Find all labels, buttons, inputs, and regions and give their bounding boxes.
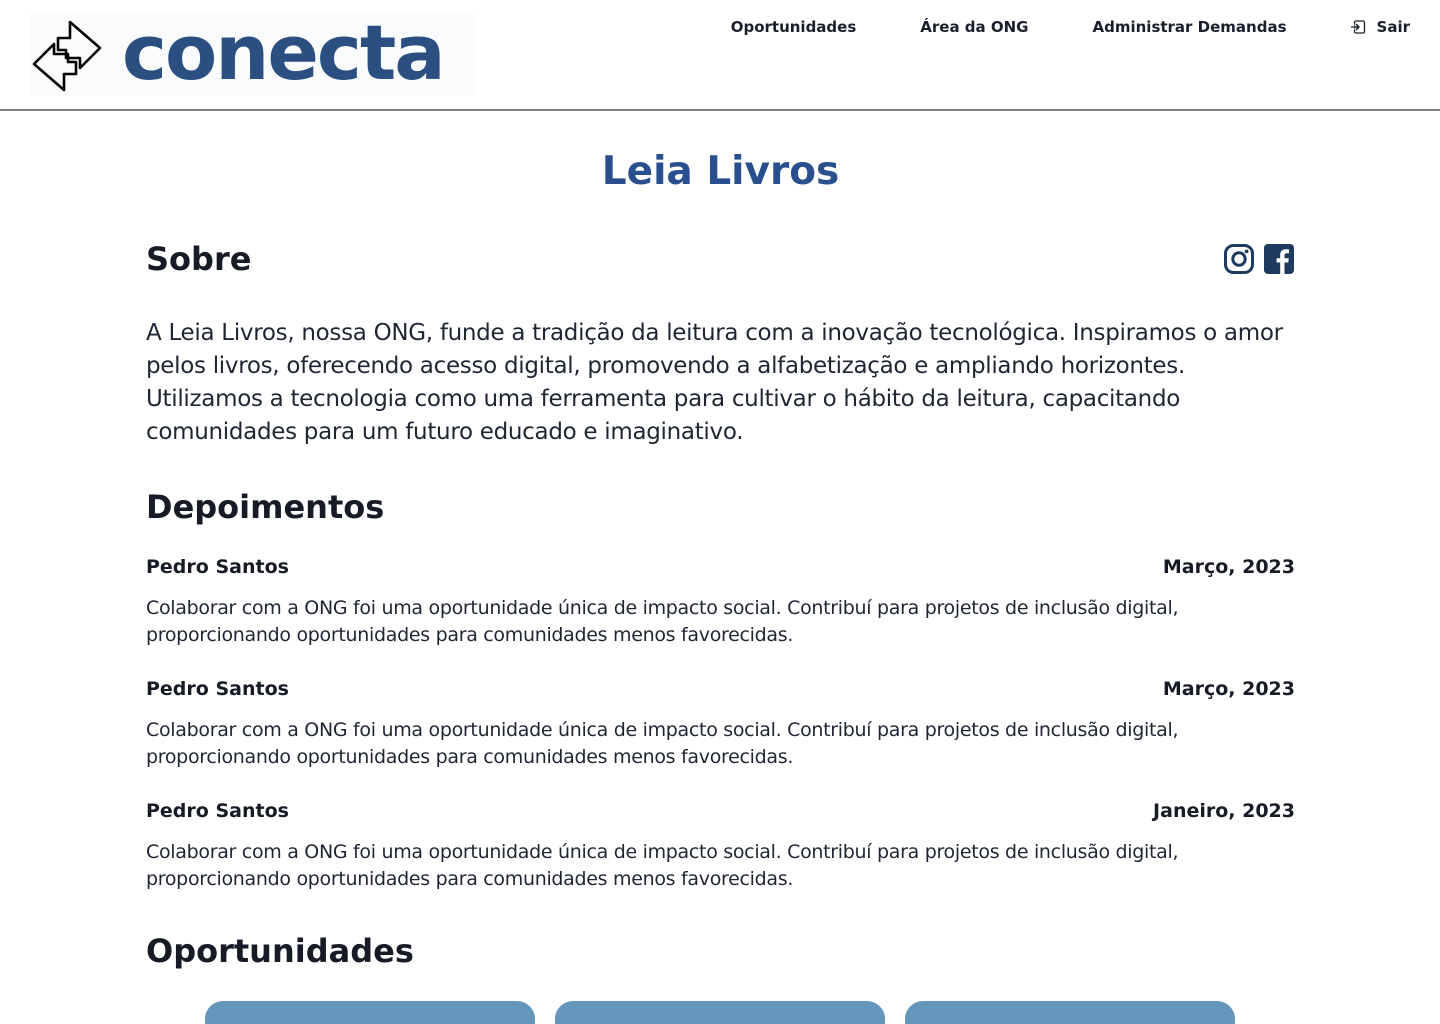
testimonial-date: Março, 2023: [1162, 678, 1295, 700]
opportunity-card[interactable]: [205, 1001, 535, 1024]
page-title: Leia Livros: [601, 149, 840, 194]
conecta-logo[interactable]: conecta: [30, 8, 476, 97]
ong-profile: Leia Livros Sobre A Leia Livros, nossa O…: [146, 111, 1295, 971]
opportunity-card[interactable]: [555, 1001, 885, 1024]
testimonial-author: Pedro Santos: [146, 800, 289, 822]
facebook-icon[interactable]: [1263, 243, 1295, 275]
exchange-arrows-icon: [32, 20, 102, 92]
top-header: conecta Oportunidades Área da ONG Admini…: [0, 0, 1440, 111]
testimonials-heading: Depoimentos: [146, 488, 385, 526]
testimonial-date: Janeiro, 2023: [1153, 800, 1295, 822]
testimonial-item: Pedro Santos Março, 2023 Colaborar com a…: [146, 677, 1295, 771]
about-header: Sobre: [146, 239, 1295, 279]
nav-administrar-demandas[interactable]: Administrar Demandas: [1093, 18, 1287, 36]
about-text: A Leia Livros, nossa ONG, funde a tradiç…: [146, 320, 1283, 445]
testimonial-item: Pedro Santos Janeiro, 2023 Colaborar com…: [146, 799, 1295, 893]
instagram-icon[interactable]: [1223, 243, 1255, 275]
testimonial-author: Pedro Santos: [146, 556, 289, 578]
opportunity-cards: [205, 1001, 1235, 1024]
testimonial-date: Março, 2023: [1162, 556, 1295, 578]
logout-button[interactable]: Sair: [1350, 18, 1410, 36]
testimonial-item: Pedro Santos Março, 2023 Colaborar com a…: [146, 555, 1295, 649]
opportunities-heading: Oportunidades: [146, 932, 414, 970]
logout-label: Sair: [1376, 18, 1410, 36]
about-heading: Sobre: [146, 240, 252, 278]
social-links: [1223, 243, 1295, 275]
nav-oportunidades[interactable]: Oportunidades: [731, 18, 857, 36]
testimonial-author: Pedro Santos: [146, 678, 289, 700]
main-nav: Oportunidades Área da ONG Administrar De…: [731, 16, 1410, 38]
testimonial-text: Colaborar com a ONG foi uma oportunidade…: [146, 841, 1179, 890]
brand-name: conecta: [122, 8, 446, 97]
opportunity-card[interactable]: [905, 1001, 1235, 1024]
testimonial-text: Colaborar com a ONG foi uma oportunidade…: [146, 719, 1179, 768]
nav-area-da-ong[interactable]: Área da ONG: [920, 18, 1028, 36]
logout-icon: [1350, 20, 1365, 34]
testimonial-text: Colaborar com a ONG foi uma oportunidade…: [146, 597, 1179, 646]
